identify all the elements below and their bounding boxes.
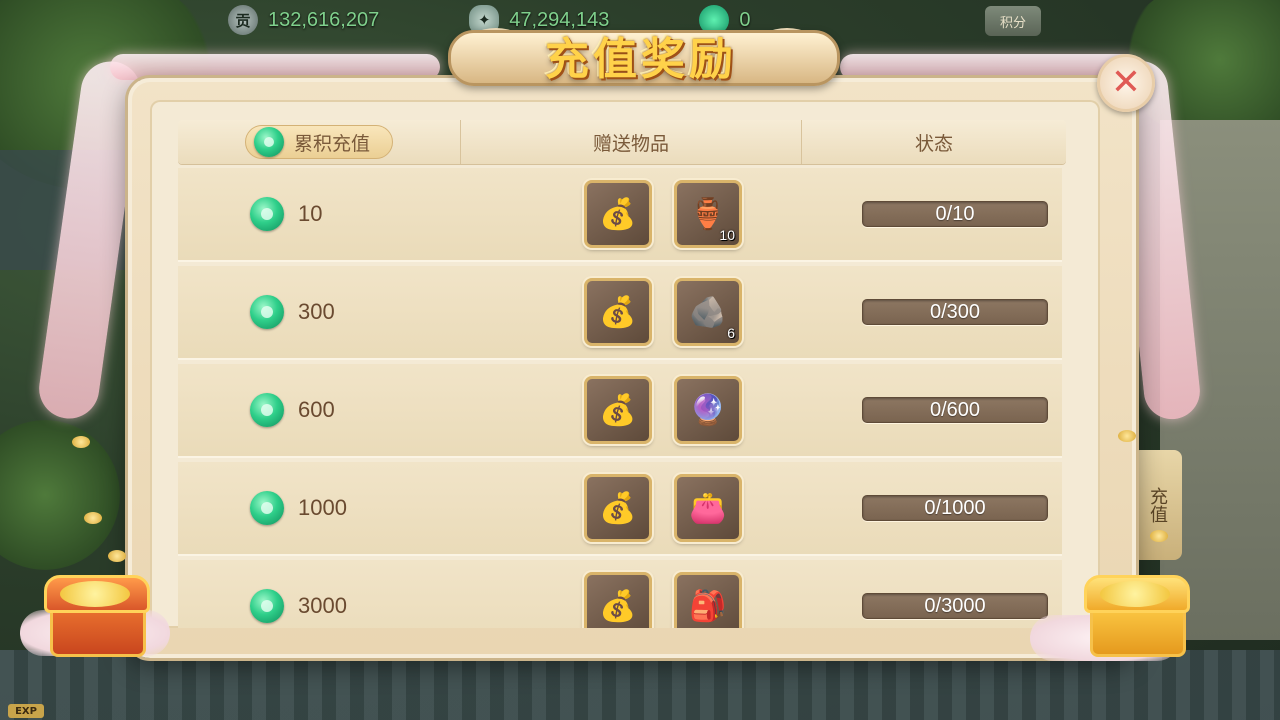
progress-bar: 0/1000 — [862, 495, 1048, 521]
item-glyph: 💰 — [599, 196, 637, 232]
item-glyph: 💰 — [599, 588, 637, 624]
ore-stone-icon[interactable]: 🪨 6 — [674, 278, 742, 346]
jade-coin-icon — [250, 295, 284, 329]
progress-text: 0/10 — [935, 202, 975, 225]
status-cell: 0/600 — [808, 397, 1062, 423]
progress-text: 0/600 — [929, 398, 981, 421]
score-button[interactable]: 积分 — [985, 6, 1041, 36]
exp-badge: EXP — [8, 704, 44, 718]
coin-sparkle — [1150, 530, 1168, 542]
coin-sparkle — [108, 550, 126, 562]
coin-sparkle — [72, 436, 90, 448]
silver-bag-icon[interactable]: 💰 — [584, 376, 652, 444]
header-cumulative: 累积充值 — [178, 120, 461, 164]
gold-lucky-bag-icon[interactable]: 👛 — [674, 474, 742, 542]
amount-value: 1000 — [298, 495, 347, 520]
close-button[interactable]: ✕ — [1097, 54, 1155, 112]
jade-coin-icon — [250, 393, 284, 427]
amount-value: 300 — [298, 299, 335, 324]
reward-row: 3000 💰 🎒 0/3000 — [178, 560, 1062, 628]
ribbon-top-left — [110, 54, 440, 80]
reward-rows: 10 💰 🏺 10 0/10 300 💰 🪨 6 0/300 600 💰 🔮 0… — [178, 168, 1062, 628]
amount-cell: 10 — [178, 197, 478, 231]
progress-bar: 0/3000 — [862, 593, 1048, 619]
header-cumulative-pill: 累积充值 — [244, 125, 393, 159]
item-glyph: 💰 — [599, 294, 637, 330]
contribution-icon: 贡 — [228, 5, 258, 35]
ribbon-top-right — [840, 54, 1140, 80]
item-glyph: 🪨 — [689, 294, 727, 330]
reward-row: 300 💰 🪨 6 0/300 — [178, 266, 1062, 360]
contribution-value: 132,616,207 — [268, 8, 380, 31]
jade-coin-icon — [250, 491, 284, 525]
item-glyph: 💰 — [599, 392, 637, 428]
amount-cell: 3000 — [178, 589, 478, 623]
item-count: 6 — [727, 325, 735, 341]
progress-bar: 0/600 — [862, 397, 1048, 423]
header-status: 状态 — [914, 132, 953, 155]
crystal-orb-icon[interactable]: 🔮 — [674, 376, 742, 444]
herb-vase-icon[interactable]: 🏺 10 — [674, 180, 742, 248]
item-glyph: 👛 — [689, 490, 727, 526]
item-count: 10 — [719, 227, 735, 243]
header-gifts: 赠送物品 — [461, 120, 802, 164]
recharge-side-tab[interactable]: 充值 — [1132, 450, 1182, 560]
amount-cell: 1000 — [178, 491, 478, 525]
gift-cell: 💰 🪨 6 — [478, 278, 808, 346]
amount-cell: 600 — [178, 393, 478, 427]
treasure-chest-icon — [1080, 575, 1190, 657]
amount-value: 600 — [298, 397, 335, 422]
amount-cell: 300 — [178, 295, 478, 329]
gift-cell: 💰 🎒 — [478, 572, 808, 628]
tree-decoration — [0, 420, 120, 570]
reward-row: 10 💰 🏺 10 0/10 — [178, 168, 1062, 262]
table-header: 累积充值 赠送物品 状态 — [178, 120, 1066, 164]
header-cumulative-label: 累积充值 — [293, 132, 370, 155]
reward-row: 600 💰 🔮 0/600 — [178, 364, 1062, 458]
jade-coin-icon — [250, 197, 284, 231]
contribution-currency: 贡 132,616,207 — [228, 5, 379, 35]
item-glyph: 🔮 — [689, 392, 727, 428]
status-cell: 0/3000 — [808, 593, 1062, 619]
silver-bag-icon[interactable]: 💰 — [584, 572, 652, 628]
coin-sparkle — [1118, 430, 1136, 442]
silver-bag-icon[interactable]: 💰 — [584, 474, 652, 542]
jade-coin-icon — [250, 589, 284, 623]
progress-text: 0/300 — [929, 300, 981, 323]
amount-value: 10 — [298, 201, 323, 226]
coin-sparkle — [84, 512, 102, 524]
silver-bag-icon[interactable]: 💰 — [584, 180, 652, 248]
status-cell: 0/10 — [808, 201, 1062, 227]
status-cell: 0/1000 — [808, 495, 1062, 521]
close-icon: ✕ — [1110, 62, 1142, 103]
jade-coin-icon — [253, 127, 284, 157]
silver-bag-icon[interactable]: 💰 — [584, 278, 652, 346]
gift-cell: 💰 👛 — [478, 474, 808, 542]
progress-bar: 0/10 — [862, 201, 1048, 227]
status-cell: 0/300 — [808, 299, 1062, 325]
progress-bar: 0/300 — [862, 299, 1048, 325]
item-glyph: 💰 — [599, 490, 637, 526]
treasure-chest-icon — [40, 575, 150, 657]
amount-value: 3000 — [298, 593, 347, 618]
item-glyph: 🎒 — [689, 588, 727, 624]
reward-table: 累积充值 赠送物品 状态 10 💰 🏺 10 0/10 300 💰 🪨 6 0/… — [150, 100, 1100, 628]
progress-text: 0/3000 — [924, 594, 986, 617]
red-lucky-bag-icon[interactable]: 🎒 — [674, 572, 742, 628]
gift-cell: 💰 🔮 — [478, 376, 808, 444]
progress-text: 0/1000 — [924, 496, 986, 519]
gift-cell: 💰 🏺 10 — [478, 180, 808, 248]
reward-row: 1000 💰 👛 0/1000 — [178, 462, 1062, 556]
page-title: 充值奖励 — [545, 34, 737, 85]
